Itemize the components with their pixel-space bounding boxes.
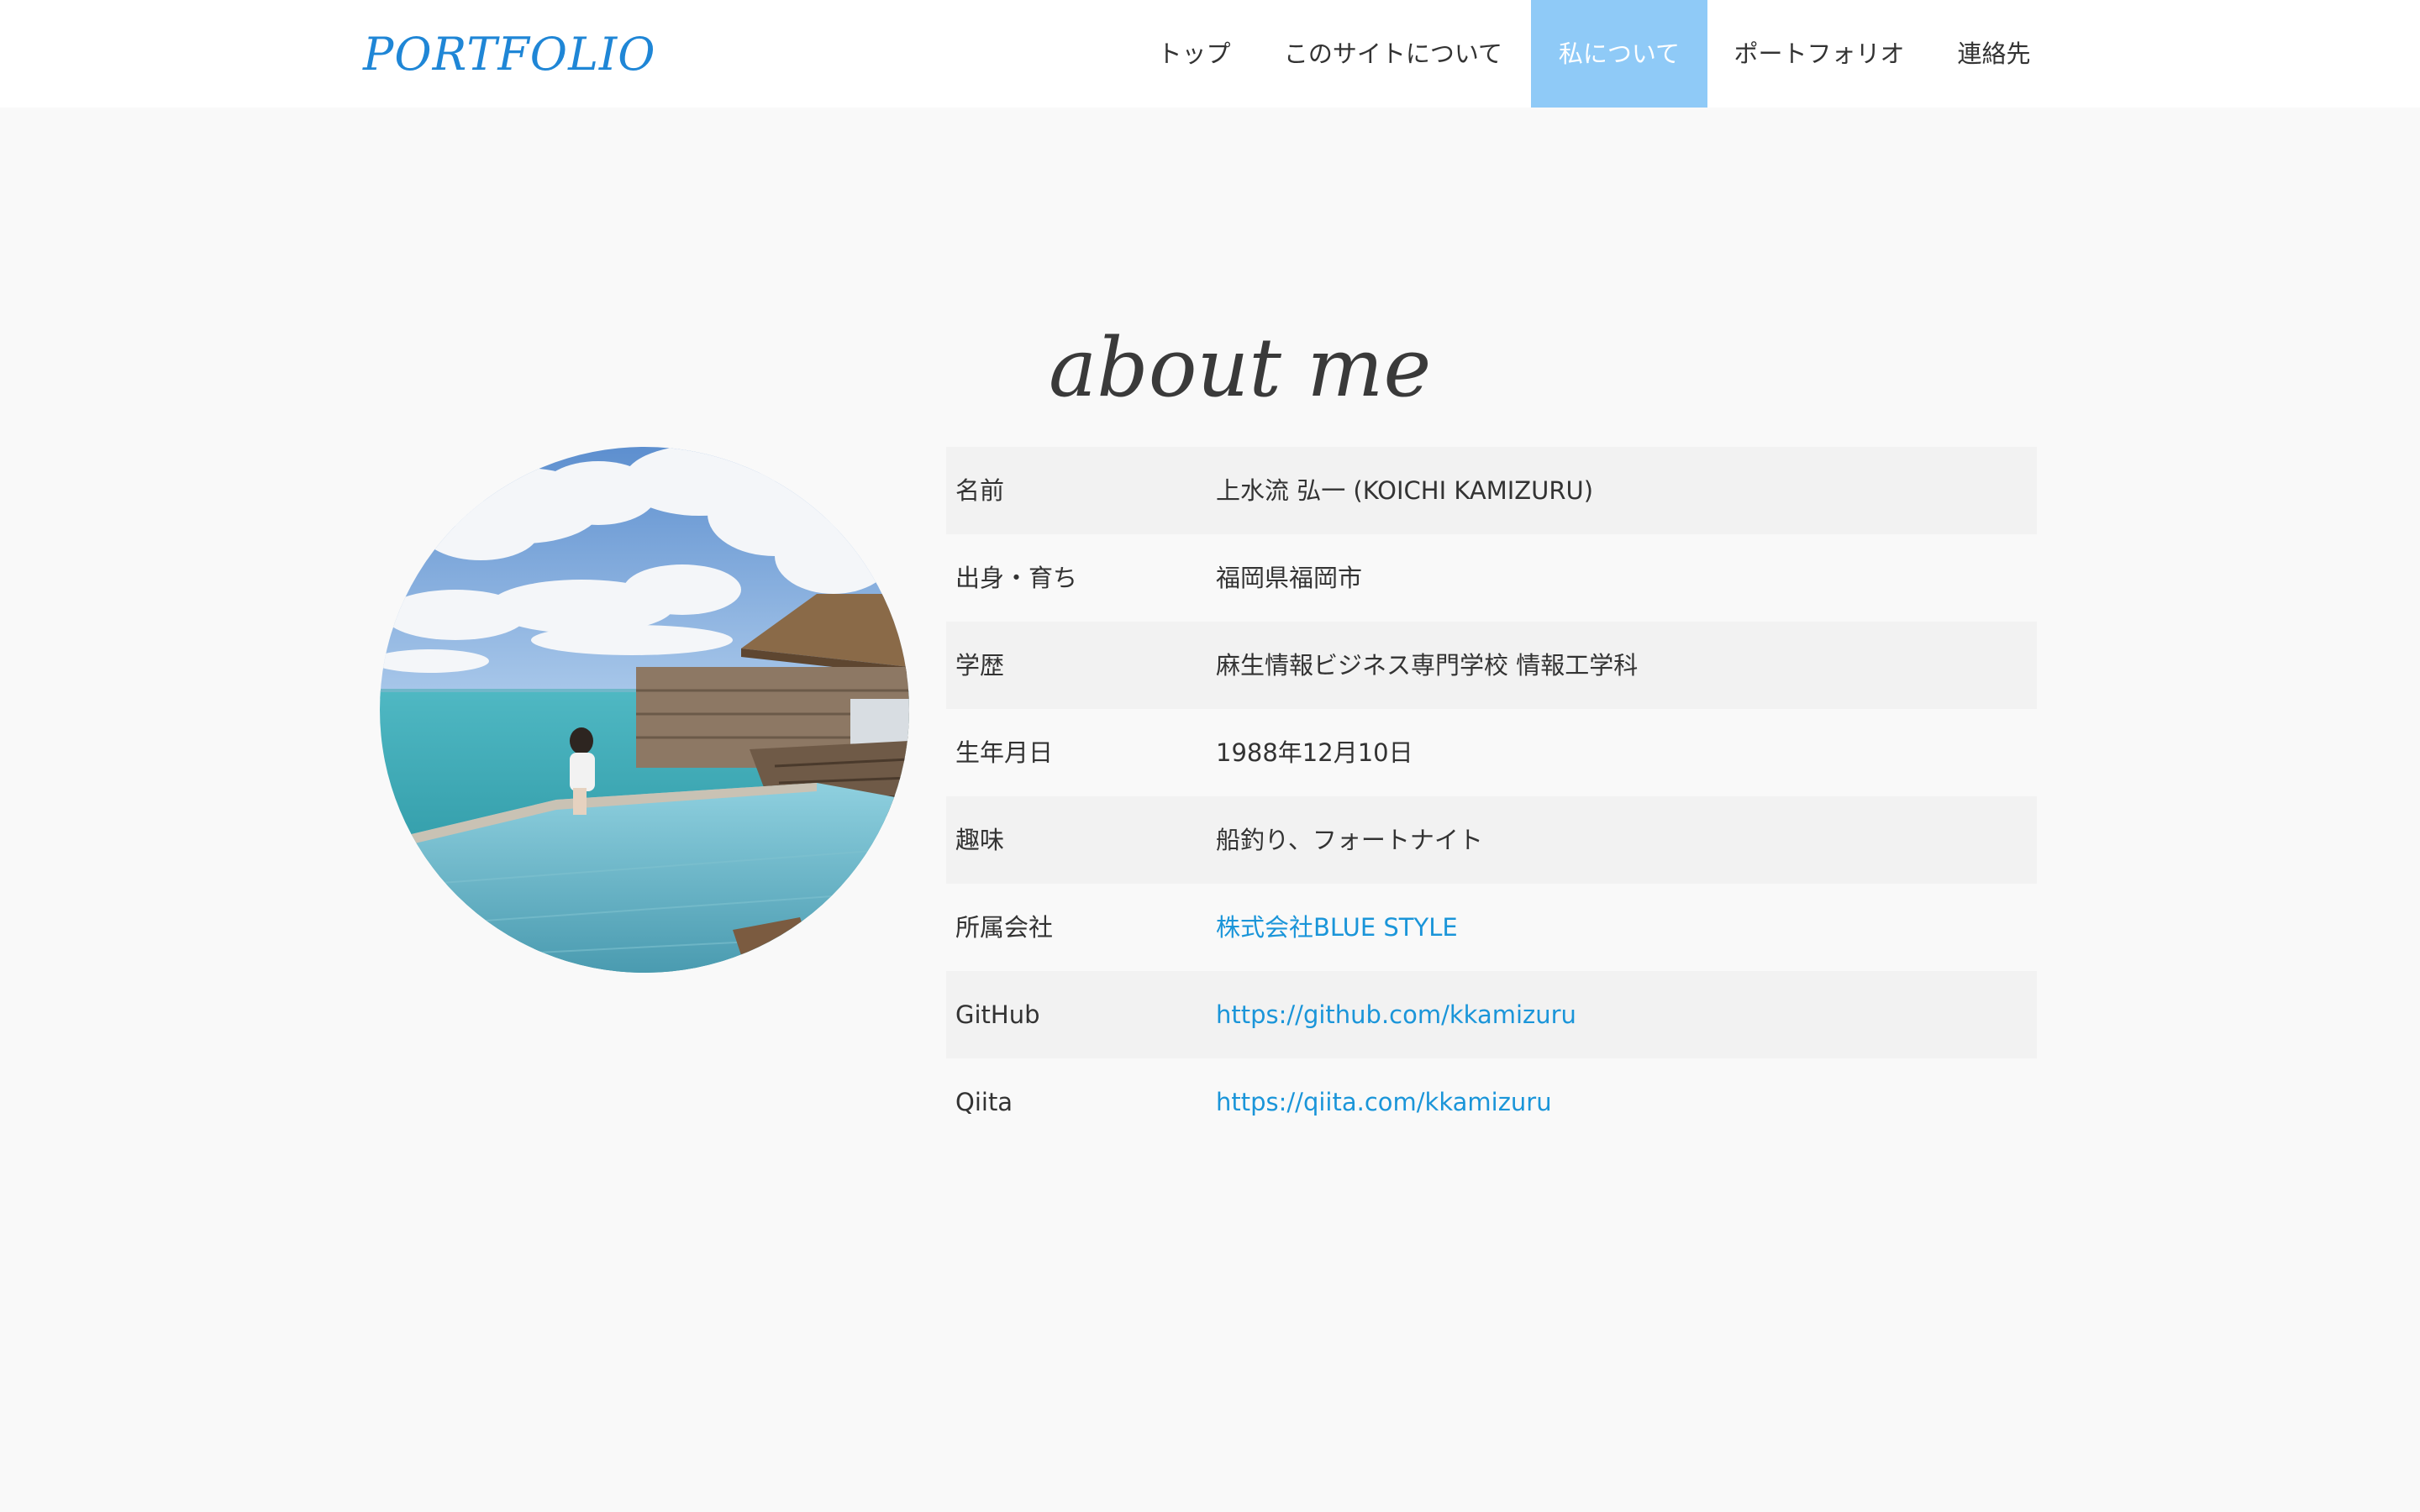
profile-label: Qiita [955, 1088, 1013, 1116]
profile-row-education: 学歴 麻生情報ビジネス専門学校 情報工学科 [946, 622, 2037, 709]
company-link[interactable]: 株式会社BLUE STYLE [1216, 884, 1458, 971]
main-nav: トップ このサイトについて 私について ポートフォリオ 連絡先 [0, 0, 2420, 108]
profile-label: 出身・育ち [955, 564, 1078, 592]
nav-item-about-me[interactable]: 私について [1531, 0, 1707, 108]
profile-row-birthday: 生年月日 1988年12月10日 [946, 709, 2037, 796]
profile-value: 上水流 弘一 (KOICHI KAMIZURU) [1216, 476, 1594, 505]
profile-value: 福岡県福岡市 [1216, 564, 1363, 592]
nav-item-contact[interactable]: 連絡先 [1931, 0, 2057, 108]
profile-label: GitHub [955, 1000, 1040, 1029]
profile-label: 名前 [955, 476, 1005, 505]
nav-item-about-site[interactable]: このサイトについて [1255, 0, 1531, 108]
profile-row-hometown: 出身・育ち 福岡県福岡市 [946, 534, 2037, 622]
github-link[interactable]: https://github.com/kkamizuru [1216, 971, 1576, 1058]
profile-row-company: 所属会社 株式会社BLUE STYLE [946, 884, 2037, 971]
nav-item-top[interactable]: トップ [1133, 0, 1255, 108]
nav-item-portfolio[interactable]: ポートフォリオ [1707, 0, 1931, 108]
profile-row-hobby: 趣味 船釣り、フォートナイト [946, 796, 2037, 884]
profile-row-github: GitHub https://github.com/kkamizuru [946, 971, 2037, 1058]
section-title: about me [1049, 321, 1432, 415]
profile-value: 船釣り、フォートナイト [1216, 826, 1483, 854]
profile-row-qiita: Qiita https://qiita.com/kkamizuru [946, 1058, 2037, 1146]
profile-label: 趣味 [955, 826, 1005, 854]
profile-label: 学歴 [955, 651, 1005, 680]
profile-row-name: 名前 上水流 弘一 (KOICHI KAMIZURU) [946, 447, 2037, 534]
profile-table: 名前 上水流 弘一 (KOICHI KAMIZURU) 出身・育ち 福岡県福岡市… [946, 447, 2037, 1146]
qiita-link[interactable]: https://qiita.com/kkamizuru [1216, 1058, 1552, 1146]
profile-photo [380, 447, 909, 973]
profile-value: 麻生情報ビジネス専門学校 情報工学科 [1216, 651, 1639, 680]
profile-value: 1988年12月10日 [1216, 738, 1413, 767]
site-header: PORTFOLIO トップ このサイトについて 私について ポートフォリオ 連絡… [0, 0, 2420, 108]
profile-label: 生年月日 [955, 738, 1054, 767]
profile-label: 所属会社 [955, 913, 1054, 942]
